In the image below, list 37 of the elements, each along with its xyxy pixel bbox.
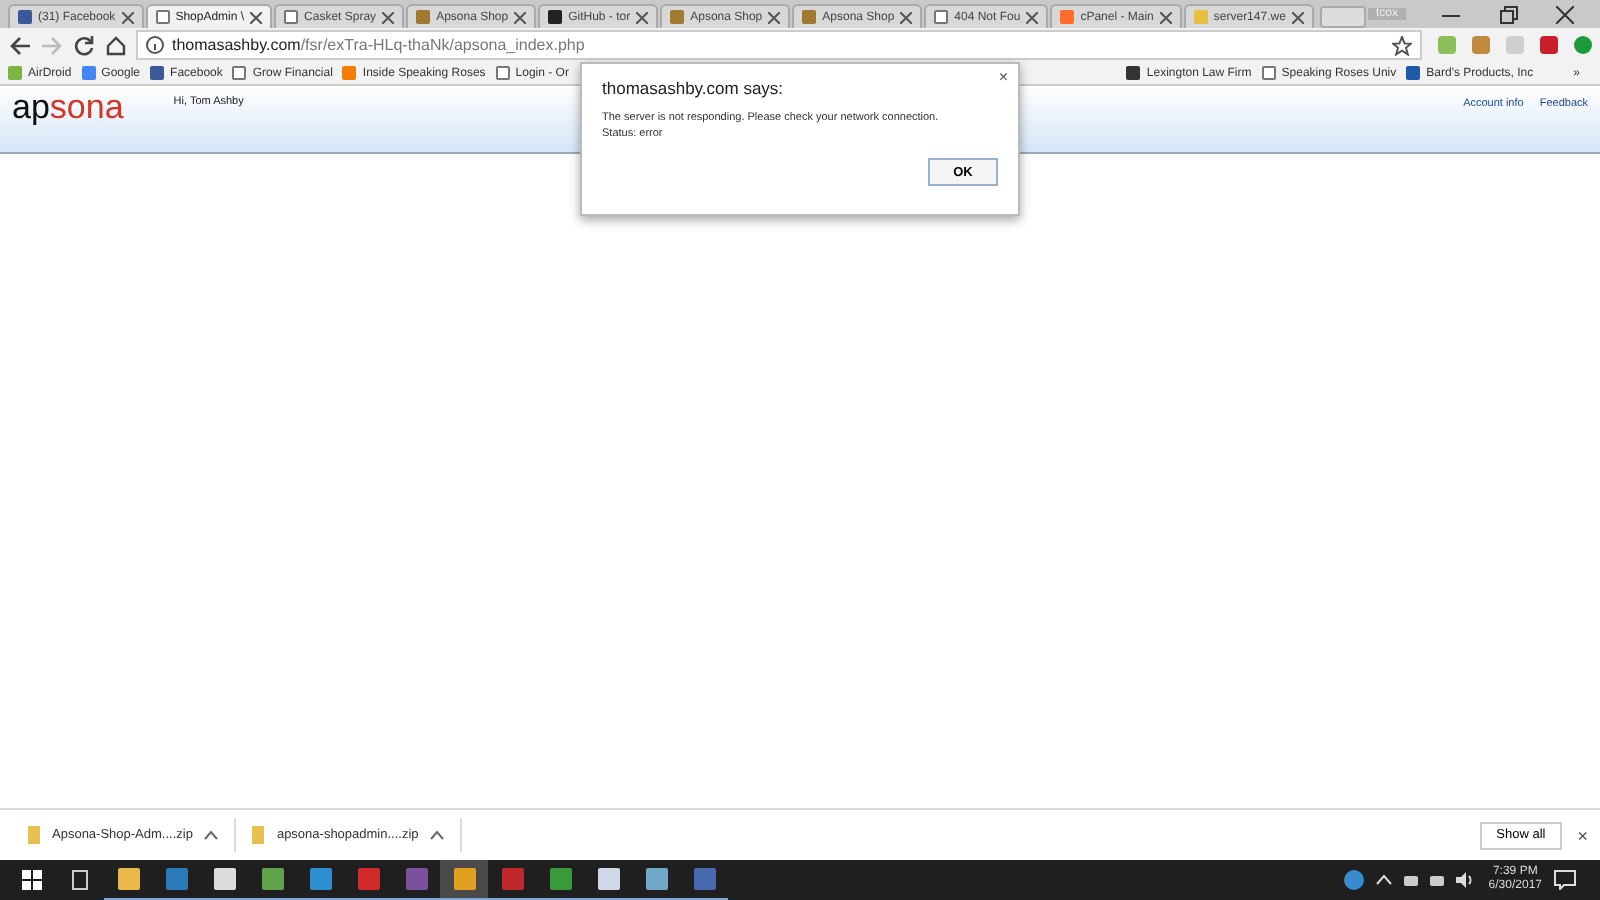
close-icon[interactable] <box>250 11 263 23</box>
favicon-icon <box>18 10 32 24</box>
zip-file-icon <box>252 826 265 844</box>
close-icon[interactable] <box>1291 11 1304 23</box>
caret-icon[interactable] <box>430 830 445 840</box>
favicon-icon <box>284 10 299 24</box>
zip-file-icon <box>28 826 40 844</box>
favicon-icon <box>802 10 817 24</box>
favicon-icon <box>1060 10 1075 24</box>
back-icon[interactable] <box>8 35 32 55</box>
close-icon[interactable] <box>900 11 913 23</box>
close-icon[interactable] <box>636 11 649 23</box>
close-icon[interactable] <box>1026 11 1039 23</box>
caret-icon[interactable] <box>204 830 219 840</box>
info-icon <box>146 36 164 54</box>
favicon-icon <box>670 10 685 24</box>
close-icon[interactable] <box>121 11 134 23</box>
favicon-icon <box>548 10 563 24</box>
volume-icon[interactable] <box>1456 872 1477 888</box>
favicon-icon <box>934 10 949 24</box>
favicon-icon <box>416 10 431 24</box>
close-icon[interactable] <box>768 11 781 23</box>
star-icon[interactable] <box>1392 35 1412 55</box>
close-icon[interactable] <box>1159 11 1172 23</box>
logo: apsona <box>12 90 124 126</box>
address-bar[interactable]: thomasashby.com/fsr/exTra-HLq-thaNk/apsona_index.php <box>136 30 1422 60</box>
close-button[interactable]: × <box>1577 825 1588 845</box>
close-button[interactable]: × <box>998 68 1008 86</box>
favicon-icon <box>155 10 170 24</box>
reload-icon[interactable] <box>72 35 96 55</box>
close-icon[interactable] <box>514 11 527 23</box>
favicon-icon <box>1193 10 1208 24</box>
home-icon[interactable] <box>104 35 128 55</box>
chevron-up-icon[interactable] <box>1376 874 1393 886</box>
close-icon[interactable] <box>382 11 395 23</box>
dialog-title: thomasashby.com says: <box>602 78 786 98</box>
notification-icon[interactable] <box>1554 870 1576 890</box>
